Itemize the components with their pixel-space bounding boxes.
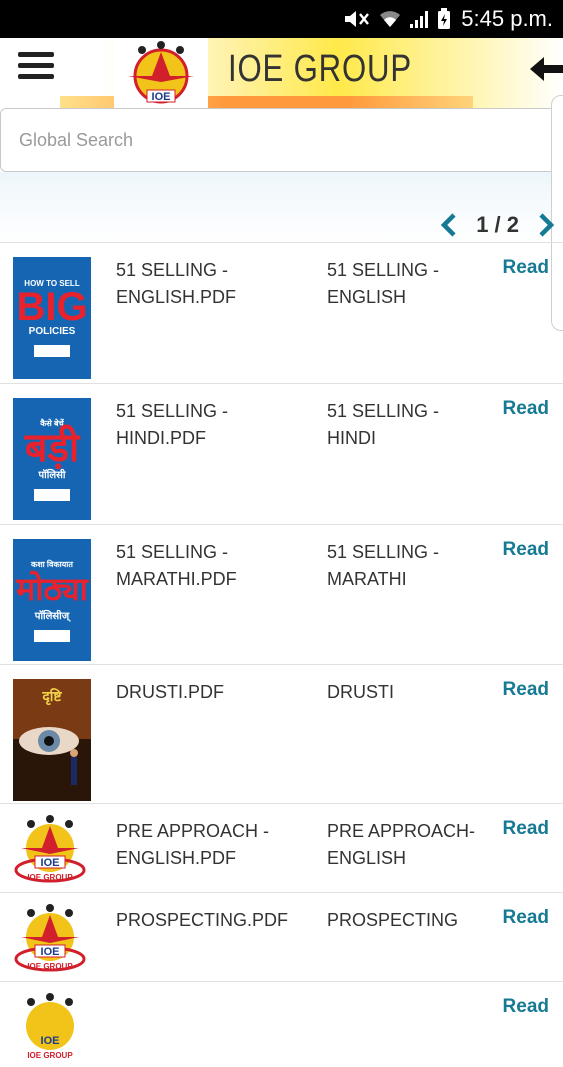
document-title: DRUSTI bbox=[327, 682, 394, 702]
read-button[interactable]: Read bbox=[503, 818, 549, 840]
back-arrow-icon bbox=[530, 57, 563, 81]
status-time: 5:45 p.m. bbox=[461, 6, 553, 31]
list-item[interactable]: कशा विकायात मोठ्या पॉलिसीज् 51 SELLING -… bbox=[0, 524, 563, 664]
wifi-icon bbox=[379, 9, 401, 29]
battery-icon bbox=[437, 8, 451, 30]
global-search-box[interactable] bbox=[0, 108, 563, 172]
mute-icon bbox=[343, 9, 371, 29]
document-title: PRE APPROACH- ENGLISH bbox=[327, 821, 476, 868]
book-cover-thumbnail: कैसे बेचें बड़ी पॉलिसी bbox=[13, 398, 91, 520]
list-item[interactable]: IOE IOE GROUP PRE APPROACH - ENGLISH.PDF… bbox=[0, 803, 563, 892]
menu-icon bbox=[18, 52, 54, 57]
book-cover-thumbnail: HOW TO SELL BIG POLICIES bbox=[13, 257, 91, 379]
ioe-logo-thumbnail: IOE IOE GROUP bbox=[13, 992, 91, 1062]
status-bar: 5:45 p.m. bbox=[0, 0, 563, 38]
pagination: 1 / 2 bbox=[440, 208, 555, 242]
document-title: 51 SELLING - ENGLISH bbox=[327, 260, 440, 307]
book-cover-thumbnail: दृष्टि bbox=[13, 679, 91, 801]
app-brand-title: IOE GROUP bbox=[228, 48, 412, 90]
ioe-logo-thumbnail: IOE IOE GROUP bbox=[13, 903, 91, 973]
svg-text:IOE GROUP: IOE GROUP bbox=[27, 962, 73, 971]
app-header: IOE IOE GROUP bbox=[0, 38, 563, 108]
file-name: 51 SELLING - ENGLISH.PDF bbox=[116, 260, 237, 307]
file-name: 51 SELLING - HINDI.PDF bbox=[116, 401, 229, 448]
list-item[interactable]: IOE IOE GROUP Read bbox=[0, 981, 563, 1060]
read-button[interactable]: Read bbox=[503, 257, 549, 279]
book-cover-thumbnail: कशा विकायात मोठ्या पॉलिसीज् bbox=[13, 539, 91, 661]
page-indicator: 1 / 2 bbox=[476, 212, 519, 237]
file-name: PRE APPROACH - ENGLISH.PDF bbox=[116, 821, 270, 868]
document-title: 51 SELLING - HINDI bbox=[327, 401, 440, 448]
global-search-input[interactable] bbox=[1, 109, 563, 171]
logo-text: IOE bbox=[152, 91, 171, 103]
svg-text:IOE: IOE bbox=[41, 1035, 60, 1047]
menu-button[interactable] bbox=[18, 52, 54, 86]
ioe-logo: IOE bbox=[114, 38, 208, 108]
list-item[interactable]: IOE IOE GROUP PROSPECTING.PDF PROSPECTIN… bbox=[0, 892, 563, 981]
next-page-button[interactable] bbox=[537, 213, 555, 237]
list-item[interactable]: दृष्टि DRUSTI.PDF DRUSTI Read bbox=[0, 664, 563, 803]
read-button[interactable]: Read bbox=[503, 539, 549, 561]
prev-page-button[interactable] bbox=[440, 213, 458, 237]
read-button[interactable]: Read bbox=[503, 996, 549, 1018]
back-button[interactable] bbox=[527, 52, 563, 86]
file-name: PROSPECTING.PDF bbox=[116, 910, 289, 930]
document-title: PROSPECTING bbox=[327, 910, 459, 930]
svg-text:IOE GROUP: IOE GROUP bbox=[27, 873, 73, 882]
file-name: DRUSTI.PDF bbox=[116, 682, 224, 702]
read-button[interactable]: Read bbox=[503, 679, 549, 701]
document-title: 51 SELLING - MARATHI bbox=[327, 542, 440, 589]
chevron-left-icon bbox=[441, 213, 456, 237]
svg-text:IOE: IOE bbox=[41, 946, 60, 958]
chevron-right-icon bbox=[539, 213, 555, 237]
signal-icon bbox=[409, 9, 429, 29]
ioe-logo-thumbnail: IOE IOE GROUP bbox=[13, 814, 91, 884]
file-name: 51 SELLING - MARATHI.PDF bbox=[116, 542, 237, 589]
svg-text:IOE GROUP: IOE GROUP bbox=[27, 1051, 73, 1060]
document-list: HOW TO SELL BIG POLICIES 51 SELLING - EN… bbox=[0, 242, 563, 1060]
read-button[interactable]: Read bbox=[503, 907, 549, 929]
svg-text:दृष्टि: दृष्टि bbox=[41, 688, 62, 706]
list-item[interactable]: HOW TO SELL BIG POLICIES 51 SELLING - EN… bbox=[0, 242, 563, 383]
svg-text:IOE: IOE bbox=[41, 857, 60, 869]
list-item[interactable]: कैसे बेचें बड़ी पॉलिसी 51 SELLING - HIND… bbox=[0, 383, 563, 524]
read-button[interactable]: Read bbox=[503, 398, 549, 420]
